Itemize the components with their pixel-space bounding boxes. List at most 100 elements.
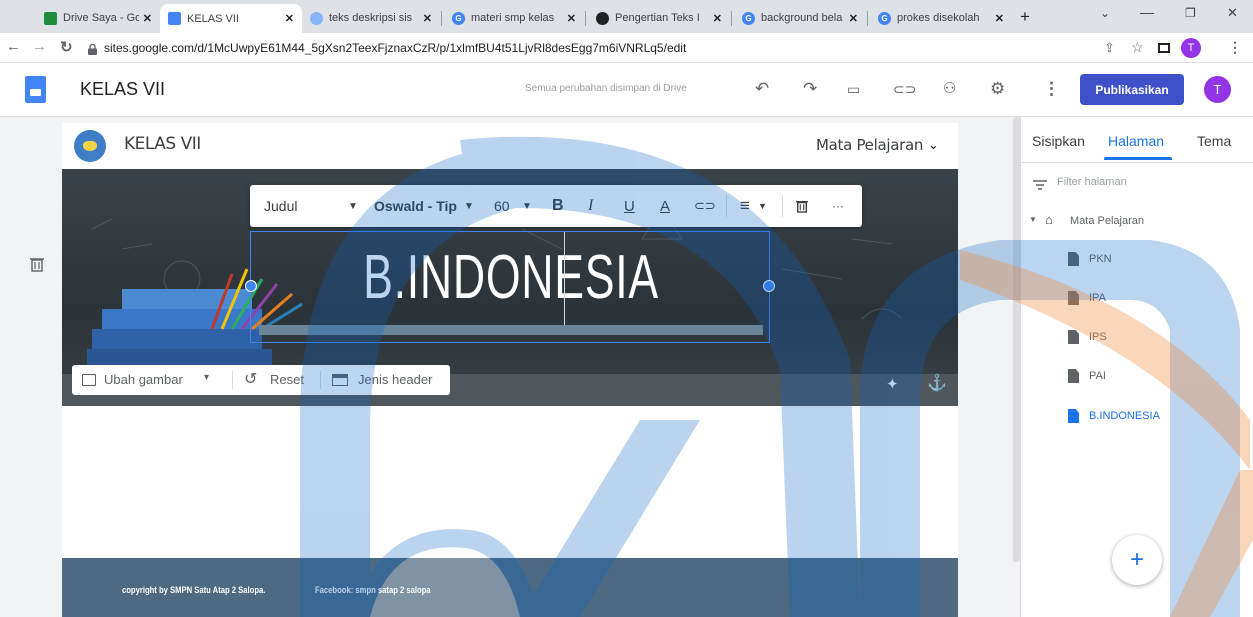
header-type-button[interactable]: Jenis header	[358, 372, 432, 387]
delete-text-trash-icon[interactable]	[796, 185, 808, 227]
close-tab-icon[interactable]: ✕	[995, 12, 1004, 25]
page-icon	[1068, 252, 1079, 266]
tab-materi-smp[interactable]: G materi smp kelas ✕	[444, 6, 584, 30]
restore-icon[interactable]: ❐	[1185, 6, 1196, 20]
close-tab-icon[interactable]: ✕	[713, 12, 722, 25]
tab-kelas-vii[interactable]: KELAS VII ✕	[160, 4, 302, 33]
account-avatar[interactable]: T	[1204, 76, 1231, 103]
preview-icon[interactable]: ▭	[847, 81, 860, 98]
close-tab-icon[interactable]: ✕	[143, 12, 152, 25]
page-icon	[1068, 291, 1079, 305]
google-icon: G	[452, 11, 465, 25]
resize-handle-left[interactable]	[245, 280, 257, 292]
paragraph-style-dropdown[interactable]: Judul	[264, 185, 297, 227]
link-icon[interactable]: ⊂⊃	[893, 81, 916, 98]
site-footer[interactable]: copyright by SMPN Satu Atap 2 Salopa. Fa…	[62, 558, 958, 617]
nav-dropdown-mata-pelajaran[interactable]: Mata Pelajaran	[816, 136, 923, 154]
chrome-menu-icon[interactable]: ⋮	[1228, 39, 1242, 56]
close-tab-icon[interactable]: ✕	[849, 12, 858, 25]
tab-search-icon[interactable]: ⌄	[1100, 6, 1110, 20]
chevron-down-icon[interactable]: ⌄	[928, 137, 939, 153]
caret-down-icon[interactable]: ▾	[204, 372, 209, 383]
subtitle-placeholder[interactable]	[259, 325, 763, 335]
caret-down-icon[interactable]: ▼	[348, 185, 358, 227]
tab-pages[interactable]: Halaman	[1108, 133, 1164, 149]
anchor-icon[interactable]: ⚓	[927, 373, 947, 393]
reset-icon[interactable]: ↺	[244, 369, 257, 389]
reload-icon[interactable]: ↻	[60, 38, 73, 56]
page-item-pai[interactable]: PAI	[1068, 369, 1106, 383]
resize-handle-right[interactable]	[763, 280, 775, 292]
header-type-icon	[332, 374, 348, 386]
site-name[interactable]: KELAS VII	[80, 79, 165, 100]
settings-gear-icon[interactable]: ⚙	[990, 79, 1005, 99]
font-dropdown[interactable]: Oswald - Tip	[374, 185, 457, 227]
page-item-b-indonesia[interactable]: B.INDONESIA	[1068, 409, 1160, 423]
caret-down-icon[interactable]: ▼	[522, 185, 532, 227]
hero-title[interactable]: B.INDONESIA	[324, 242, 698, 313]
page-icon	[1068, 330, 1079, 344]
tab-drive[interactable]: Drive Saya - Goo ✕	[36, 6, 160, 30]
tab-prokes[interactable]: G prokes disekolah ✕	[870, 6, 1012, 30]
bookmark-star-icon[interactable]: ☆	[1131, 39, 1144, 56]
new-tab-button[interactable]: +	[1020, 7, 1030, 27]
forward-icon[interactable]: →	[32, 38, 47, 55]
page-icon	[1068, 369, 1079, 383]
footer-copyright: copyright by SMPN Satu Atap 2 Salopa.	[122, 585, 266, 595]
profile-avatar[interactable]: T	[1181, 38, 1201, 58]
page-item-pkn[interactable]: PKN	[1068, 252, 1112, 266]
font-size-dropdown[interactable]: 60	[494, 185, 510, 227]
bold-button[interactable]: B	[552, 185, 564, 227]
page-item-ipa[interactable]: IPA	[1068, 291, 1106, 305]
site-title[interactable]: KELAS VII	[124, 134, 201, 154]
collapse-caret-icon[interactable]: ▼	[1029, 215, 1037, 224]
google-drive-icon	[44, 11, 57, 25]
editor-scrollbar[interactable]	[1013, 117, 1020, 562]
insert-link-icon[interactable]: ⊂⊃	[694, 185, 716, 227]
add-page-button[interactable]: +	[1112, 535, 1162, 585]
close-window-icon[interactable]: ✕	[1227, 5, 1238, 21]
change-image-button[interactable]: Ubah gambar	[104, 372, 183, 387]
image-icon	[82, 374, 96, 386]
underline-button[interactable]: U	[624, 185, 635, 227]
more-options-icon[interactable]: ⋮	[1043, 79, 1060, 99]
share-icon[interactable]: ⇪	[1104, 40, 1115, 56]
redo-icon[interactable]: ↷	[803, 79, 817, 99]
italic-button[interactable]: I	[588, 185, 593, 227]
save-status: Semua perubahan disimpan di Drive	[525, 83, 687, 94]
close-tab-icon[interactable]: ✕	[423, 12, 432, 25]
tab-teks-deskripsi[interactable]: teks deskripsi sis ✕	[302, 6, 440, 30]
school-logo-icon[interactable]	[74, 130, 106, 162]
more-format-options[interactable]: ···	[832, 185, 844, 227]
sparkle-icon[interactable]: ✦	[886, 375, 899, 393]
delete-section-trash-icon[interactable]	[30, 256, 44, 272]
browser-toolbar: ← → ↻ sites.google.com/d/1McUwpyE61M44_5…	[0, 33, 1253, 63]
home-icon: ⌂	[1045, 212, 1053, 227]
lock-icon	[88, 42, 97, 55]
page-item-mata-pelajaran[interactable]: Mata Pelajaran	[1070, 215, 1144, 227]
title-text-box[interactable]: B.INDONESIA	[245, 231, 775, 343]
page-icon	[1068, 409, 1079, 423]
address-bar[interactable]: sites.google.com/d/1McUwpyE61M44_5gXsn2T…	[104, 36, 1253, 60]
share-with-others-icon[interactable]: ⚇	[943, 79, 956, 97]
page-item-ips[interactable]: IPS	[1068, 330, 1107, 344]
tab-insert[interactable]: Sisipkan	[1032, 133, 1085, 149]
caret-down-icon[interactable]: ▼	[464, 185, 474, 227]
caret-down-icon[interactable]: ▼	[758, 185, 767, 227]
align-center-icon[interactable]: ≡	[740, 185, 750, 227]
publish-button[interactable]: Publikasikan	[1080, 74, 1184, 105]
tab-pengertian-teks[interactable]: Pengertian Teks I ✕	[588, 6, 730, 30]
undo-icon[interactable]: ↶	[755, 79, 769, 99]
close-tab-icon[interactable]: ✕	[285, 12, 294, 25]
site-header-bar: KELAS VII Mata Pelajaran ⌄	[62, 123, 958, 169]
text-color-button[interactable]: A	[660, 185, 670, 227]
reset-button[interactable]: Reset	[270, 372, 304, 387]
tab-background[interactable]: G background bela ✕	[734, 6, 866, 30]
back-icon[interactable]: ←	[6, 38, 21, 55]
minimize-icon[interactable]: —	[1140, 4, 1154, 20]
filter-pages-input[interactable]: Filter halaman	[1057, 176, 1127, 188]
side-panel-icon[interactable]	[1158, 43, 1170, 53]
tab-theme[interactable]: Tema	[1197, 133, 1231, 149]
close-tab-icon[interactable]: ✕	[567, 12, 576, 25]
google-sites-logo-icon[interactable]	[25, 76, 46, 103]
